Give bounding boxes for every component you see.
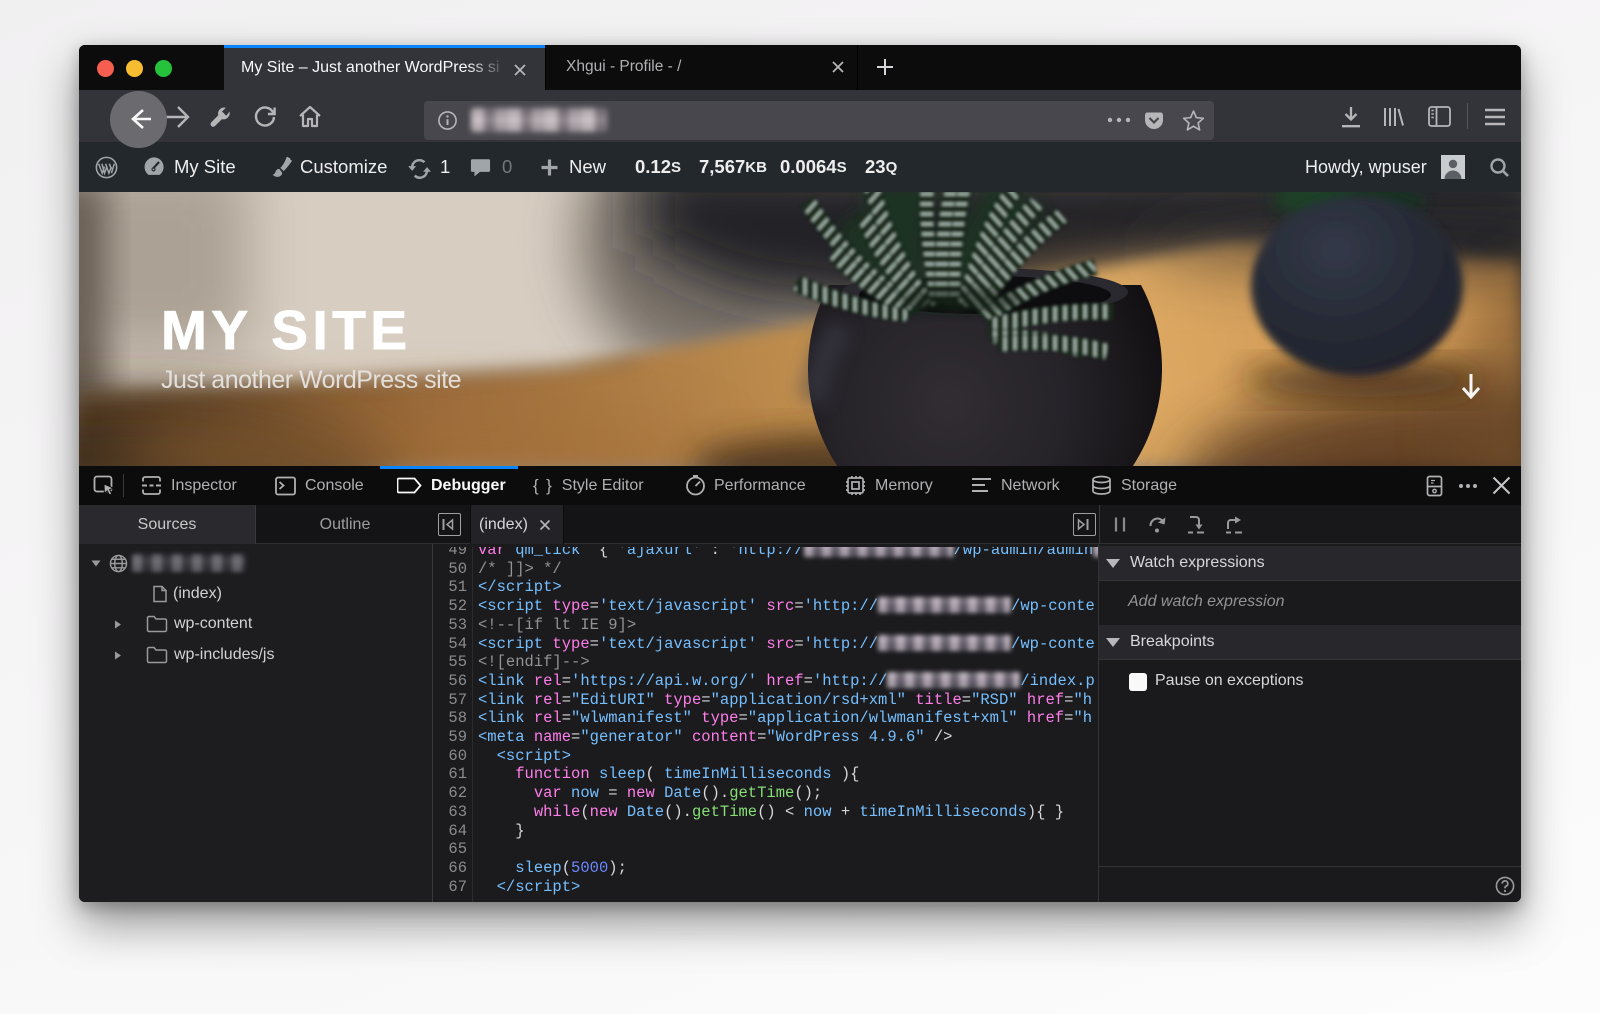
- svg-text:Just another WordPress site: Just another WordPress site: [161, 366, 461, 394]
- svg-text:MY SITE: MY SITE: [161, 299, 412, 361]
